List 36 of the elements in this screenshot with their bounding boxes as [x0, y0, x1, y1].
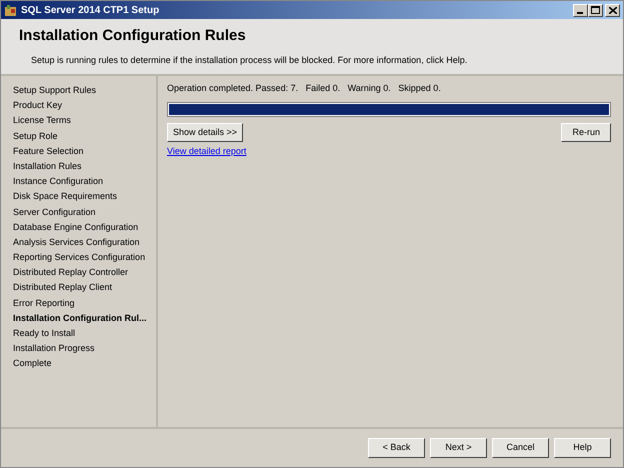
wizard-button[interactable]: Cancel: [492, 438, 549, 458]
step-item: Ready to Install: [13, 327, 76, 340]
step-item: Server Configuration: [13, 206, 96, 219]
step-item: Installation Configuration Rul...: [13, 312, 146, 325]
page-title: Installation Configuration Rules: [19, 26, 247, 46]
show-details-button[interactable]: Show details >>: [167, 122, 244, 142]
rerun-button[interactable]: Re-run: [561, 122, 611, 142]
step-item: Setup Role: [13, 130, 58, 143]
step-item: Installation Rules: [13, 160, 82, 173]
step-item: Analysis Services Configuration: [13, 236, 140, 249]
step-item: Distributed Replay Controller: [13, 266, 128, 280]
step-item: Database Engine Configuration: [13, 220, 138, 234]
step-item: Feature Selection: [13, 144, 84, 158]
step-item: Disk Space Requirements: [13, 190, 118, 204]
minimize-button[interactable]: [572, 4, 588, 16]
maximize-icon: [590, 6, 600, 14]
step-item: Product Key: [13, 99, 62, 112]
step-item: Reporting Services Configuration: [13, 251, 146, 264]
close-button[interactable]: [605, 4, 620, 16]
page-description: Setup is running rules to determine if the installation process will be blocked. For more information, click Help.: [30, 54, 468, 67]
step-item: Installation Progress: [13, 342, 95, 356]
status-text: Operation completed. Passed: 7. Failed 0. Warning 0. Skipped 0.: [167, 82, 441, 95]
step-item: Error Reporting: [13, 296, 75, 310]
step-item: Setup Support Rules: [13, 84, 96, 97]
step-item: License Terms: [13, 114, 71, 128]
step-item: Instance Configuration: [13, 175, 104, 188]
step-item: Complete: [13, 357, 52, 370]
step-item: Distributed Replay Client: [13, 281, 112, 294]
window-title: SQL Server 2014 CTP1 Setup: [21, 4, 160, 18]
wizard-button[interactable]: < Back: [368, 438, 425, 458]
wizard-button[interactable]: Help: [554, 438, 611, 458]
app-icon: [4, 4, 17, 16]
report-link[interactable]: View detailed report: [167, 146, 246, 156]
close-icon: [608, 6, 616, 14]
maximize-button[interactable]: [588, 4, 603, 16]
wizard-button[interactable]: Next >: [430, 438, 487, 458]
